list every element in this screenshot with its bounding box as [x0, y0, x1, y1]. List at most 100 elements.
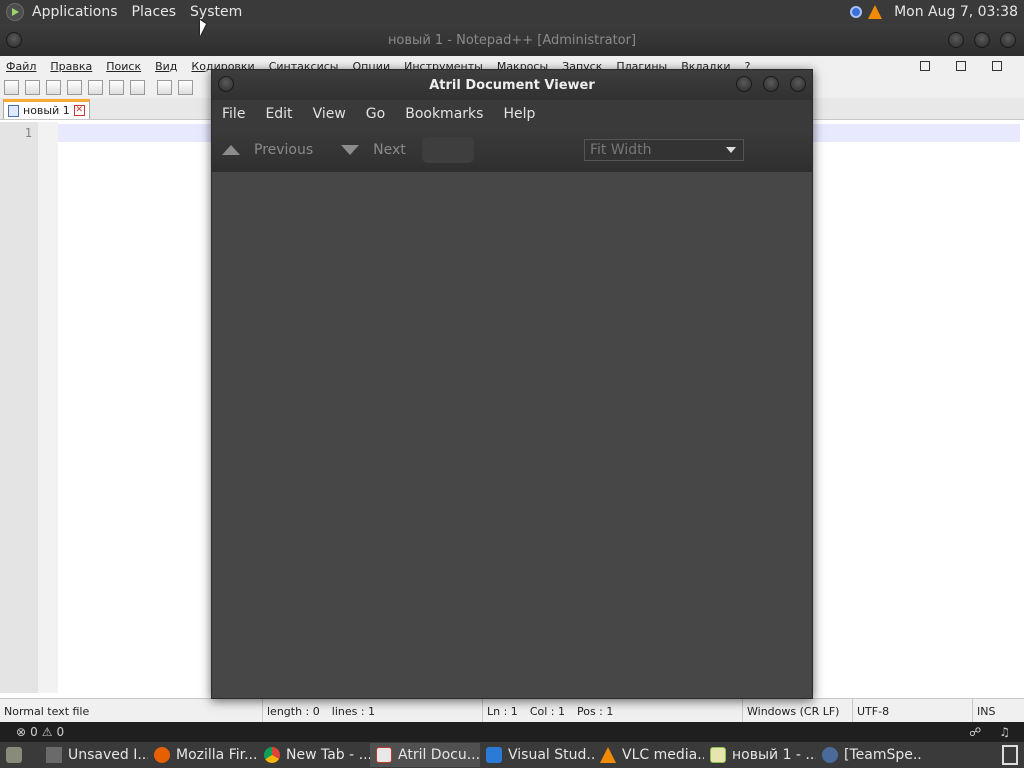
workspace-switcher[interactable] — [996, 743, 1024, 767]
tab-label: новый 1 — [23, 104, 70, 117]
next-page-icon[interactable] — [341, 145, 360, 155]
copy-icon[interactable] — [178, 79, 193, 95]
task-vlc[interactable]: VLC media... — [594, 743, 704, 767]
tab-document[interactable]: новый 1 ✕ — [3, 99, 90, 119]
show-desktop-icon — [6, 747, 22, 763]
task-atril[interactable]: Atril Docu... — [370, 743, 480, 767]
line-number-gutter: 1 — [0, 122, 38, 693]
task-vscode[interactable]: Visual Stud... — [480, 743, 594, 767]
firefox-icon — [154, 747, 170, 763]
atril-menu-help[interactable]: Help — [503, 106, 535, 122]
atril-toolbar: Previous Next Fit Width — [212, 128, 812, 172]
warning-icon[interactable]: ⚠ — [42, 725, 53, 739]
task-label: Visual Stud... — [508, 747, 594, 763]
status-lines: lines : 1 — [331, 704, 376, 718]
next-page-button[interactable]: Next — [373, 142, 406, 158]
document-view[interactable] — [212, 172, 812, 698]
previous-page-icon[interactable] — [222, 145, 240, 155]
system-tray: Mon Aug 7, 03:38 — [850, 4, 1018, 20]
warning-count[interactable]: 0 — [56, 725, 64, 739]
status-bar: Normal text file length : 0 lines : 1 Ln… — [0, 698, 1024, 723]
system-menu[interactable]: System — [190, 4, 242, 20]
notepadpp-icon — [710, 747, 726, 763]
mdi-minimize-icon[interactable] — [920, 61, 930, 71]
task-label: VLC media... — [622, 747, 704, 763]
status-col: Col : 1 — [529, 704, 565, 718]
previous-page-button[interactable]: Previous — [254, 142, 313, 158]
close-icon[interactable] — [1000, 32, 1016, 48]
task-label: [TeamSpe... — [844, 747, 922, 763]
atril-menu-edit[interactable]: Edit — [265, 106, 292, 122]
mdi-close-icon[interactable] — [992, 61, 1002, 71]
atril-maximize-icon[interactable] — [763, 76, 779, 92]
feedback-icon[interactable]: ☍ — [969, 725, 981, 739]
zoom-select[interactable]: Fit Width — [584, 139, 744, 161]
workspace-icon — [1002, 745, 1018, 765]
close-file-icon[interactable] — [88, 79, 103, 95]
atril-close-icon[interactable] — [790, 76, 806, 92]
window-title: новый 1 - Notepad++ [Administrator] — [387, 32, 637, 48]
vlc-tray-icon[interactable] — [868, 5, 883, 19]
save-icon[interactable] — [46, 79, 61, 95]
vscode-icon — [486, 747, 502, 763]
page-number-input[interactable] — [421, 137, 474, 163]
atril-menu-view[interactable]: View — [313, 106, 346, 122]
folder-icon — [46, 747, 62, 763]
status-length: length : 0 — [267, 704, 320, 718]
atril-minimize-icon[interactable] — [736, 76, 752, 92]
maximize-icon[interactable] — [974, 32, 990, 48]
error-icon[interactable]: ⊗ — [16, 725, 26, 739]
task-teamspeak[interactable]: [TeamSpe... — [816, 743, 922, 767]
status-encoding[interactable]: UTF-8 — [852, 699, 972, 723]
status-length-lines: length : 0 lines : 1 — [262, 699, 482, 723]
atril-menu-go[interactable]: Go — [366, 106, 385, 122]
taskbar: Unsaved I... Mozilla Fir... New Tab - ..… — [0, 742, 1024, 768]
task-unsaved[interactable]: Unsaved I... — [40, 743, 148, 767]
places-menu[interactable]: Places — [132, 4, 177, 20]
atril-icon — [376, 747, 392, 763]
vscode-right-icons: ☍ ♫ — [969, 725, 1024, 739]
chrome-icon — [264, 747, 280, 763]
atril-menu-file[interactable]: File — [222, 106, 245, 122]
clock[interactable]: Mon Aug 7, 03:38 — [894, 4, 1018, 20]
open-file-icon[interactable] — [25, 79, 40, 95]
status-insert-mode[interactable]: INS — [972, 699, 1024, 723]
mdi-restore-icon[interactable] — [956, 61, 966, 71]
tab-close-icon[interactable]: ✕ — [73, 105, 85, 116]
top-panel: Applications Places System Mon Aug 7, 03… — [0, 0, 1024, 24]
print-icon[interactable] — [130, 79, 145, 95]
atril-menu-bookmarks[interactable]: Bookmarks — [405, 106, 483, 122]
error-count[interactable]: 0 — [30, 725, 38, 739]
applications-menu[interactable]: Applications — [32, 4, 118, 20]
status-file-type: Normal text file — [4, 704, 90, 718]
menu-view[interactable]: Вид — [155, 60, 177, 73]
status-pos: Pos : 1 — [576, 704, 614, 718]
line-number: 1 — [24, 126, 32, 140]
mate-menu-icon[interactable] — [6, 3, 24, 21]
mdi-controls — [920, 61, 1024, 71]
close-all-icon[interactable] — [109, 79, 124, 95]
cut-icon[interactable] — [157, 79, 172, 95]
status-eol[interactable]: Windows (CR LF) — [742, 699, 852, 723]
notification-bell-icon[interactable]: ♫ — [999, 725, 1010, 739]
new-file-icon[interactable] — [4, 79, 19, 95]
task-chrome[interactable]: New Tab - ... — [258, 743, 370, 767]
save-all-icon[interactable] — [67, 79, 82, 95]
task-label: Atril Docu... — [398, 747, 480, 763]
teamspeak-icon — [822, 747, 838, 763]
show-desktop-button[interactable] — [0, 743, 40, 767]
network-tray-icon[interactable] — [850, 6, 863, 18]
atril-titlebar[interactable]: Atril Document Viewer — [212, 70, 812, 100]
menu-search[interactable]: Поиск — [106, 60, 141, 73]
notepadpp-titlebar[interactable]: новый 1 - Notepad++ [Administrator] — [0, 24, 1024, 56]
atril-menubar: File Edit View Go Bookmarks Help — [212, 100, 812, 128]
minimize-icon[interactable] — [948, 32, 964, 48]
status-position: Ln : 1 Col : 1 Pos : 1 — [482, 699, 742, 723]
atril-window-menu-icon[interactable] — [218, 76, 234, 92]
task-notepadpp[interactable]: новый 1 - ... — [704, 743, 816, 767]
menu-edit[interactable]: Правка — [50, 60, 92, 73]
task-firefox[interactable]: Mozilla Fir... — [148, 743, 258, 767]
task-label: Unsaved I... — [68, 747, 148, 763]
window-menu-icon[interactable] — [6, 32, 22, 48]
menu-file[interactable]: Файл — [6, 60, 36, 73]
